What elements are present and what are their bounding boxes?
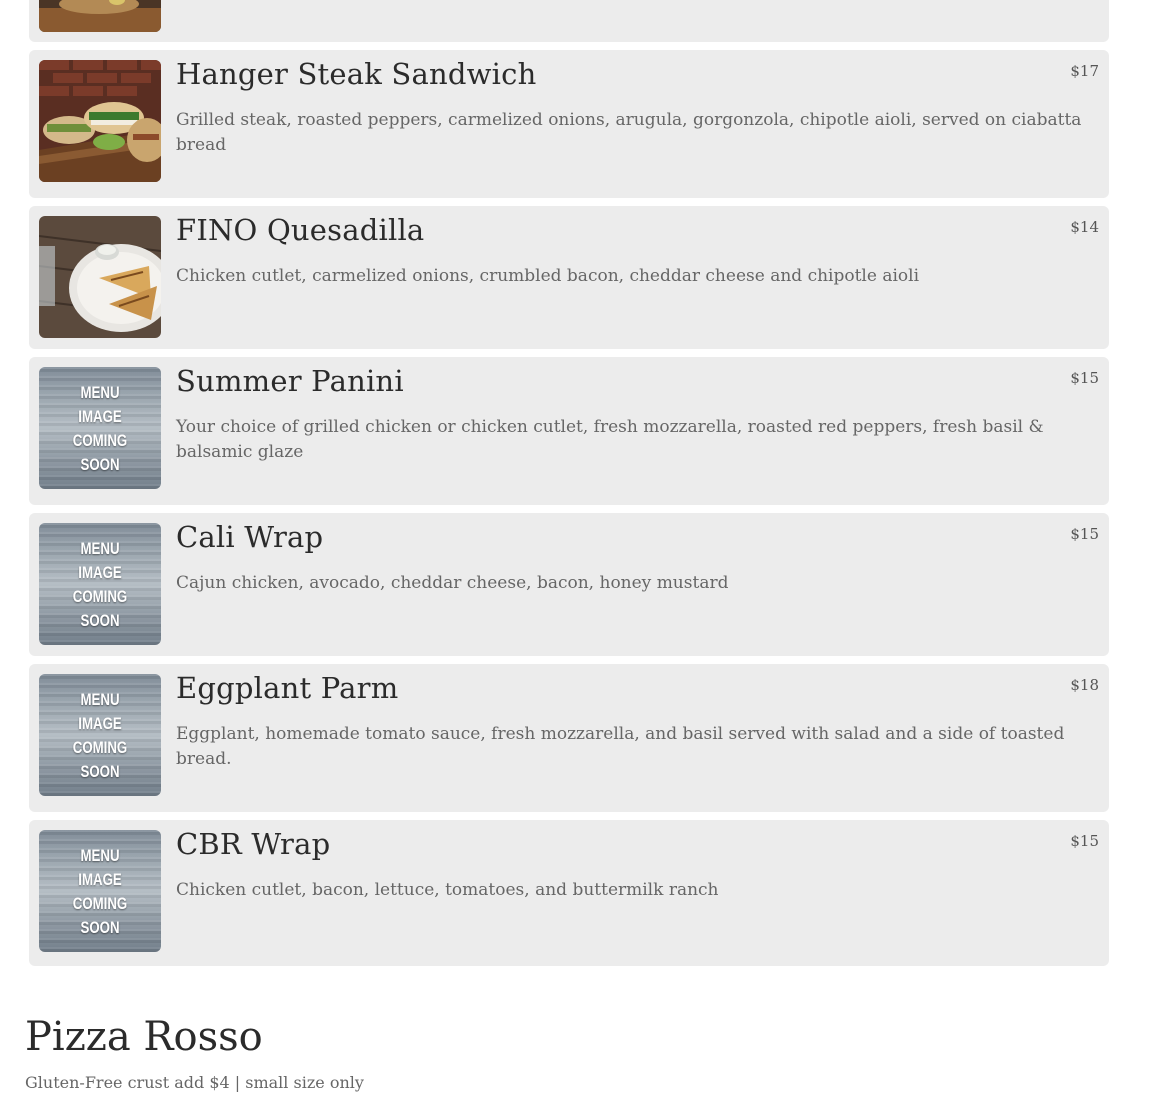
placeholder-text-line: IMAGE xyxy=(78,563,122,582)
placeholder-text-line: COMING xyxy=(72,431,128,450)
menu-item[interactable]: MENU IMAGE COMING SOON Cali Wrap $15 Caj… xyxy=(29,513,1109,656)
menu-item-price: $15 xyxy=(1070,525,1099,543)
placeholder-text-line: IMAGE xyxy=(78,407,122,426)
menu-item-description: Chicken cutlet, carmelized onions, crumb… xyxy=(176,266,920,286)
placeholder-text-line: COMING xyxy=(72,587,128,606)
menu-item-photo xyxy=(39,0,161,32)
menu-item-name: Eggplant Parm xyxy=(176,671,399,705)
menu-item-description: Your choice of grilled chicken or chicke… xyxy=(176,417,1044,462)
quesadilla-photo xyxy=(39,216,161,338)
placeholder-text-line: COMING xyxy=(72,894,128,913)
menu-item[interactable]: FINO Quesadilla $14 Chicken cutlet, carm… xyxy=(29,206,1109,349)
placeholder-text-line: MENU xyxy=(80,846,120,865)
placeholder-text-line: MENU xyxy=(80,539,120,558)
section-subtitle: Gluten-Free crust add $4 | small size on… xyxy=(25,1073,364,1092)
menu-item-description: Chicken cutlet, bacon, lettuce, tomatoes… xyxy=(176,880,719,900)
placeholder-text-line: COMING xyxy=(72,738,128,757)
image-coming-soon-placeholder: MENU IMAGE COMING SOON xyxy=(39,367,161,489)
menu-item-price: $18 xyxy=(1070,676,1099,694)
menu-item-name: FINO Quesadilla xyxy=(176,213,425,247)
placeholder-text-line: MENU xyxy=(80,690,120,709)
placeholder-text-line: IMAGE xyxy=(78,714,122,733)
menu-item-description: Eggplant, homemade tomato sauce, fresh m… xyxy=(176,724,1065,769)
menu-item[interactable]: MENU IMAGE COMING SOON Eggplant Parm $18… xyxy=(29,664,1109,812)
placeholder-text-line: SOON xyxy=(80,455,120,474)
placeholder-text-line: SOON xyxy=(80,918,120,937)
placeholder-text-line: MENU xyxy=(80,383,120,402)
menu-item-name: Cali Wrap xyxy=(176,520,324,554)
menu-item-description: Grilled steak, roasted peppers, carmeliz… xyxy=(176,110,1082,155)
menu-item-price: $15 xyxy=(1070,832,1099,850)
placeholder-text-line: SOON xyxy=(80,611,120,630)
sandwich-photo xyxy=(39,60,161,182)
placeholder-text-line: SOON xyxy=(80,762,120,781)
menu-item-price: $14 xyxy=(1070,218,1099,236)
menu-item-partial[interactable] xyxy=(29,0,1109,42)
image-coming-soon-placeholder: MENU IMAGE COMING SOON xyxy=(39,674,161,796)
menu-item-description: Cajun chicken, avocado, cheddar cheese, … xyxy=(176,573,729,593)
menu-item-price: $15 xyxy=(1070,369,1099,387)
image-coming-soon-placeholder: MENU IMAGE COMING SOON xyxy=(39,523,161,645)
menu-item-name: Summer Panini xyxy=(176,364,404,398)
menu-item[interactable]: MENU IMAGE COMING SOON Summer Panini $15… xyxy=(29,357,1109,505)
section-heading: Pizza Rosso xyxy=(25,1014,263,1060)
menu-item-name: Hanger Steak Sandwich xyxy=(176,57,537,91)
menu-item-name: CBR Wrap xyxy=(176,827,331,861)
menu-item[interactable]: Hanger Steak Sandwich $17 Grilled steak,… xyxy=(29,50,1109,198)
menu-item[interactable]: MENU IMAGE COMING SOON CBR Wrap $15 Chic… xyxy=(29,820,1109,966)
placeholder-text-line: IMAGE xyxy=(78,870,122,889)
image-coming-soon-placeholder: MENU IMAGE COMING SOON xyxy=(39,830,161,952)
menu-item-price: $17 xyxy=(1070,62,1099,80)
